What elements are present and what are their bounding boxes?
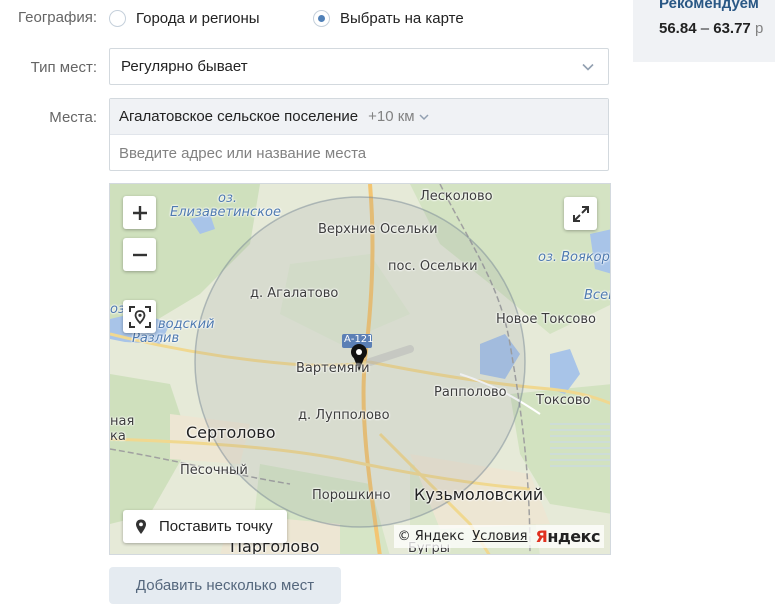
- geolocation-icon: [128, 305, 151, 328]
- place-point-label: Поставить точку: [159, 518, 273, 535]
- place-type-select[interactable]: Регулярно бывает: [109, 48, 609, 85]
- map-label-vodskiy: водский: [158, 317, 215, 332]
- radius-value: +10 км: [368, 108, 415, 125]
- places-field: Агалатовское сельское поселение +10 км В…: [109, 98, 609, 171]
- map-label-agalatovo: д. Агалатово: [250, 286, 339, 301]
- map-label-pos-oselki: пос. Осельки: [388, 259, 478, 274]
- range-from: 56.84: [659, 20, 697, 37]
- yandex-logo-y: Я: [535, 527, 548, 546]
- radius-dropdown[interactable]: +10 км: [368, 108, 429, 125]
- yandex-logo[interactable]: Яндекс: [536, 527, 601, 546]
- map-label-sertolovo: Сертолово: [186, 423, 276, 442]
- radio-circle-icon: [109, 10, 126, 27]
- map-label-vartemyagi: Вартемяги: [296, 361, 370, 376]
- zoom-in-button[interactable]: [123, 196, 156, 229]
- radio-select-on-map-label: Выбрать на карте: [340, 10, 464, 27]
- map-label-ka: ка: [110, 429, 126, 444]
- place-token-label: Агалатовское сельское поселение: [119, 108, 359, 125]
- recommended-panel: Рекомендуем 56.84 – 63.77 р: [633, 0, 775, 62]
- map-label-novoe-toksovo: Новое Токсово: [496, 312, 596, 327]
- map-label-poroshkino: Порошкино: [312, 488, 391, 503]
- map-label-elizavetinskoe: Елизаветинское: [170, 205, 281, 220]
- address-search-placeholder: Введите адрес или название места: [119, 144, 367, 162]
- chevron-down-icon: [582, 63, 594, 71]
- map-label-leskolovo: Лесколово: [420, 189, 493, 204]
- range-to: 63.77: [713, 20, 751, 37]
- yandex-logo-rest: ндекс: [547, 527, 600, 546]
- radio-checked-icon: [313, 10, 330, 27]
- map-label-rappolovo: Рапполово: [434, 385, 507, 400]
- map-label-toksovo: Токсово: [536, 393, 591, 408]
- terms-link[interactable]: Условия: [472, 529, 527, 544]
- geography-label: География:: [18, 9, 97, 26]
- map-label-vsev: Всев: [584, 288, 610, 303]
- zoom-out-button[interactable]: [123, 238, 156, 271]
- recommended-title: Рекомендуем: [659, 0, 759, 12]
- map-label-oz-voyakor: оз. Воякор: [538, 250, 610, 265]
- place-type-value: Регулярно бывает: [121, 58, 248, 75]
- map-label-luppolovo: д. Лупполово: [298, 408, 390, 423]
- address-search-input[interactable]: Введите адрес или название места: [110, 135, 608, 171]
- map-pin-icon: [136, 519, 146, 534]
- minus-icon: [132, 253, 147, 256]
- map-label-razliv: Разлив: [132, 331, 180, 346]
- radio-cities-regions-label: Города и регионы: [136, 10, 260, 27]
- map-label-kuzmolovskiy: Кузьмоловский: [414, 485, 544, 504]
- radio-cities-regions[interactable]: Города и регионы: [109, 10, 260, 27]
- map-view[interactable]: А-121 Лесколово оз. Елизаветинское Верхн…: [109, 183, 611, 555]
- range-dash: –: [700, 20, 710, 37]
- fullscreen-button[interactable]: [564, 197, 597, 230]
- expand-icon: [572, 205, 589, 222]
- map-label-verkhnie-oselki: Верхние Осельки: [318, 222, 438, 237]
- plus-icon: [132, 205, 147, 220]
- map-label-oz: оз.: [218, 191, 237, 206]
- copyright-text: © Яндекс: [397, 529, 465, 544]
- geolocation-button[interactable]: [123, 300, 156, 333]
- range-currency: р: [754, 20, 764, 37]
- recommended-range: 56.84 – 63.77 р: [659, 20, 763, 37]
- map-copyright: © Яндекс Условия Яндекс: [393, 525, 604, 548]
- chevron-down-icon: [419, 113, 429, 120]
- map-label-pesochny: Песочный: [180, 463, 248, 478]
- add-several-places-button[interactable]: Добавить несколько мест: [109, 567, 341, 604]
- place-type-label: Тип мест:: [30, 59, 97, 76]
- place-point-button[interactable]: Поставить точку: [123, 510, 287, 543]
- radio-select-on-map[interactable]: Выбрать на карте: [313, 10, 464, 27]
- places-label: Места:: [49, 109, 97, 126]
- map-road-label: А-121: [344, 334, 374, 345]
- map-label-naya: ная: [110, 414, 135, 429]
- place-token[interactable]: Агалатовское сельское поселение +10 км: [110, 99, 608, 135]
